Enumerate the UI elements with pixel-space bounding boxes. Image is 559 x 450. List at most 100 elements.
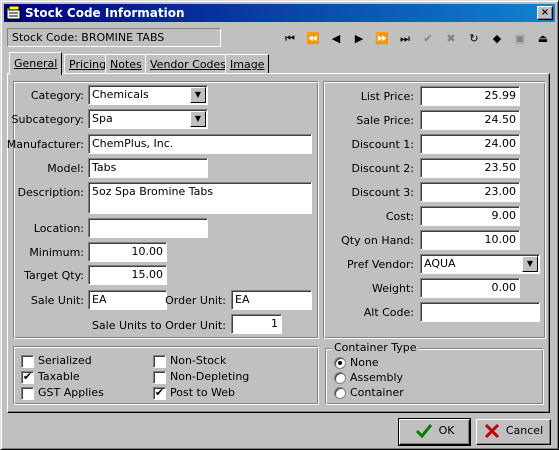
tab-label: Image	[230, 58, 265, 71]
container-container-radio[interactable]	[334, 387, 346, 399]
x-icon	[484, 423, 499, 439]
serialized-label: Serialized	[38, 354, 92, 367]
discount3-field[interactable]: 23.00	[420, 182, 520, 202]
sale-unit-field[interactable]: EA	[88, 290, 167, 310]
confirm-icon[interactable]: ✔	[419, 29, 437, 49]
stock-code-label: Stock Code: BROMINE TABS	[7, 28, 221, 47]
close-icon[interactable]: ×	[537, 6, 553, 20]
ok-label: OK	[438, 424, 455, 437]
cancel-button[interactable]: Cancel	[476, 419, 551, 445]
cancel-label: Cancel	[505, 424, 544, 437]
next-page-icon[interactable]: ⏩	[373, 29, 391, 49]
order-unit-field[interactable]: EA	[231, 290, 312, 310]
alt-code-field[interactable]	[420, 302, 540, 322]
tab-vendor-codes[interactable]: Vendor Codes	[145, 54, 232, 74]
category-value: Chemicals	[92, 88, 149, 101]
container-type-title: Container Type	[332, 341, 419, 354]
non-stock-checkbox[interactable]	[153, 355, 166, 368]
non-stock-label: Non-Stock	[170, 354, 227, 367]
taxable-label: Taxable	[38, 370, 80, 383]
next-record-icon[interactable]: ▶	[350, 29, 368, 49]
tab-label: General	[14, 57, 58, 70]
minimum-field[interactable]: 10.00	[88, 242, 167, 262]
manufacturer-field[interactable]: ChemPlus, Inc.	[88, 134, 312, 154]
title-bar: Stock Code Information ×	[4, 4, 555, 22]
tab-image[interactable]: Image	[225, 54, 270, 74]
sale-unit-label: Sale Unit:	[30, 294, 84, 307]
discount2-label: Discount 2:	[351, 162, 415, 175]
minimum-label: Minimum:	[29, 246, 84, 259]
container-assembly-radio[interactable]	[334, 372, 346, 384]
subcategory-label: Subcategory:	[11, 113, 84, 126]
sale-price-field[interactable]: 24.50	[420, 110, 520, 130]
discount3-label: Discount 3:	[351, 186, 415, 199]
post-to-web-label: Post to Web	[170, 386, 236, 399]
discount1-label: Discount 1:	[351, 138, 415, 151]
description-label: Description:	[17, 186, 84, 199]
subcategory-value: Spa	[92, 112, 113, 125]
qty-on-hand-field[interactable]: 10.00	[420, 230, 520, 250]
non-depleting-label: Non-Depleting	[170, 370, 250, 383]
chevron-down-icon[interactable]: ▼	[190, 111, 206, 127]
serialized-checkbox[interactable]	[21, 355, 34, 368]
sale-to-order-field[interactable]: 1	[231, 314, 282, 334]
model-field[interactable]: Tabs	[88, 158, 208, 178]
category-label: Category:	[30, 89, 84, 102]
gst-label: GST Applies	[38, 386, 104, 399]
cost-label: Cost:	[385, 210, 414, 223]
post-to-web-checkbox[interactable]: ✔	[153, 387, 166, 400]
taxable-checkbox[interactable]: ✔	[21, 371, 34, 384]
tab-label: Vendor Codes	[150, 58, 227, 71]
weight-label: Weight:	[371, 282, 414, 295]
tab-general[interactable]: General	[9, 52, 63, 75]
prev-record-icon[interactable]: ◀	[327, 29, 345, 49]
discount2-field[interactable]: 23.50	[420, 158, 520, 178]
tab-label: Pricing	[69, 58, 107, 71]
first-record-icon[interactable]: ⏮	[281, 29, 299, 49]
ok-button[interactable]: OK	[398, 418, 471, 446]
list-price-field[interactable]: 25.99	[420, 86, 520, 106]
container-none-radio[interactable]	[334, 357, 346, 369]
sale-to-order-label: Sale Units to Order Unit:	[91, 319, 226, 332]
weight-field[interactable]: 0.00	[420, 278, 520, 298]
tab-notes[interactable]: Notes	[105, 54, 147, 74]
chevron-down-icon[interactable]: ▼	[190, 87, 206, 103]
description-field[interactable]: 5oz Spa Bromine Tabs	[88, 182, 312, 214]
exit-icon[interactable]: ⏏	[534, 29, 552, 49]
manufacturer-label: Manufacturer:	[6, 138, 84, 151]
target-qty-label: Target Qty:	[24, 269, 84, 282]
window-title: Stock Code Information	[25, 6, 185, 20]
non-depleting-checkbox[interactable]	[153, 371, 166, 384]
gst-checkbox[interactable]	[21, 387, 34, 400]
stock-code-window: Stock Code Information × Stock Code: BRO…	[0, 0, 559, 450]
subcategory-combo[interactable]: Spa ▼	[88, 109, 208, 129]
alt-code-label: Alt Code:	[363, 306, 414, 319]
category-combo[interactable]: Chemicals ▼	[88, 85, 208, 105]
qty-on-hand-label: Qty on Hand:	[341, 234, 414, 247]
order-unit-label: Order Unit:	[165, 294, 226, 307]
pref-vendor-value: AQUA	[424, 257, 456, 270]
container-option-label: Assembly	[350, 371, 404, 384]
cost-field[interactable]: 9.00	[420, 206, 520, 226]
app-icon	[6, 5, 21, 20]
list-price-label: List Price:	[360, 90, 414, 103]
model-label: Model:	[47, 162, 84, 175]
sale-price-label: Sale Price:	[356, 114, 414, 127]
last-record-icon[interactable]: ⏭	[396, 29, 414, 49]
check-icon	[415, 424, 432, 439]
note-icon[interactable]: ▣	[511, 29, 529, 49]
prev-page-icon[interactable]: ⏪	[304, 29, 322, 49]
refresh-icon[interactable]: ↻	[465, 29, 483, 49]
location-field[interactable]	[88, 218, 208, 238]
pref-vendor-label: Pref Vendor:	[346, 258, 414, 271]
discount1-field[interactable]: 24.00	[420, 134, 520, 154]
target-qty-field[interactable]: 15.00	[88, 265, 167, 285]
tag-icon[interactable]: ◆	[488, 29, 506, 49]
tab-label: Notes	[110, 58, 142, 71]
cancel-edit-icon[interactable]: ✖	[442, 29, 460, 49]
pref-vendor-combo[interactable]: AQUA ▼	[420, 254, 540, 274]
container-option-label: Container	[350, 386, 404, 399]
location-label: Location:	[33, 222, 84, 235]
chevron-down-icon[interactable]: ▼	[522, 256, 538, 272]
container-option-label: None	[350, 356, 379, 369]
